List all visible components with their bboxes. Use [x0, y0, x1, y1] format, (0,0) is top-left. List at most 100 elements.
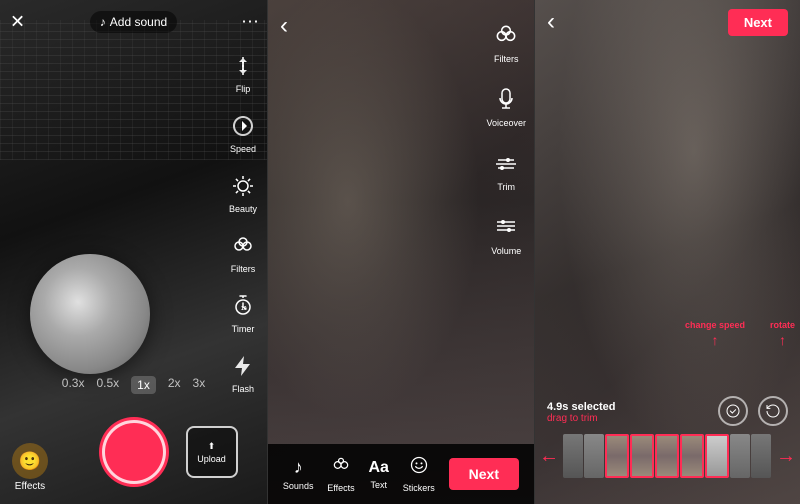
effects-bottom-button[interactable]: Effects	[327, 455, 354, 493]
beauty-button[interactable]: Beauty	[227, 170, 259, 214]
effects-bottom-label: Effects	[327, 483, 354, 493]
sounds-icon: ♪	[294, 457, 303, 478]
upload-icon: ⬆	[208, 441, 216, 452]
frame-4	[751, 434, 771, 478]
edit-panel: ‹ Filters Voiceover	[267, 0, 534, 504]
upload-button[interactable]: ⬆ Upload	[186, 426, 238, 478]
camera-toolbar: Flip Speed Beauty	[227, 50, 259, 394]
speed-1x-active[interactable]: 1x	[131, 376, 156, 394]
fluffy-ball-subject	[30, 254, 150, 374]
rotate-annotation: rotate ↑	[770, 320, 795, 348]
trim-topbar: ‹ Next	[535, 0, 800, 44]
speed-circle-button[interactable]	[718, 396, 748, 426]
timer-label: Timer	[232, 324, 255, 334]
frame-selected-2	[630, 434, 654, 478]
speed-03x[interactable]: 0.3x	[62, 376, 85, 394]
frame-2	[584, 434, 604, 478]
rotate-circle-button[interactable]	[758, 396, 788, 426]
camera-topbar: ✕ ♪ Add sound ⋯	[0, 0, 267, 44]
record-button[interactable]	[102, 420, 166, 484]
timeline-arrow-right-icon[interactable]: →	[776, 445, 796, 468]
duration-text: 4.9s selected	[547, 401, 616, 413]
beauty-icon	[227, 170, 259, 202]
stickers-button[interactable]: Stickers	[403, 455, 435, 493]
stickers-label: Stickers	[403, 483, 435, 493]
change-speed-label: change speed	[685, 320, 745, 330]
frame-1	[563, 434, 583, 478]
speed-icon	[227, 110, 259, 142]
volume-icon	[490, 212, 522, 244]
change-speed-arrow-icon: ↑	[685, 332, 745, 348]
add-sound-button[interactable]: ♪ Add sound	[90, 11, 177, 33]
rotate-arrow-icon: ↑	[770, 332, 795, 348]
flip-label: Flip	[236, 84, 251, 94]
rotate-label: rotate	[770, 320, 795, 330]
speed-selector: 0.3x 0.5x 1x 2x 3x	[0, 376, 267, 394]
timeline-frames	[563, 434, 772, 478]
filters-icon	[227, 230, 259, 262]
svg-text:10: 10	[241, 306, 247, 312]
filters-edit-label: Filters	[494, 54, 519, 64]
record-row: ⬆ Upload	[30, 420, 238, 484]
effects-bottom-icon	[331, 455, 351, 480]
speed-05x[interactable]: 0.5x	[96, 376, 119, 394]
duration-info: 4.9s selected drag to trim	[547, 401, 616, 424]
speed-button[interactable]: Speed	[227, 110, 259, 154]
frame-selected-4	[680, 434, 704, 478]
effects-emoji-icon[interactable]: 🙂	[12, 443, 48, 479]
timer-icon: 10	[227, 290, 259, 322]
frame-selected-1	[605, 434, 629, 478]
filters-label: Filters	[231, 264, 256, 274]
volume-label: Volume	[491, 246, 521, 256]
speed-3x[interactable]: 3x	[193, 376, 206, 394]
filters-button[interactable]: Filters	[227, 230, 259, 274]
timeline-strip[interactable]: ← →	[535, 432, 800, 480]
speed-label: Speed	[230, 144, 256, 154]
camera-bottom-controls: ⬆ Upload 🙂 Effects	[0, 404, 267, 504]
stickers-icon	[409, 455, 429, 480]
trim-background	[535, 0, 800, 504]
text-label: Text	[370, 480, 387, 490]
more-icon[interactable]: ⋯	[241, 12, 259, 33]
next-button-trim[interactable]: Next	[728, 9, 788, 36]
sounds-label: Sounds	[283, 481, 314, 491]
text-icon: Aa	[369, 459, 389, 477]
close-icon[interactable]: ✕	[10, 12, 25, 33]
trim-button[interactable]: Trim	[490, 148, 522, 192]
speed-2x[interactable]: 2x	[168, 376, 181, 394]
timer-button[interactable]: 10 Timer	[227, 290, 259, 334]
volume-button[interactable]: Volume	[490, 212, 522, 256]
voiceover-button[interactable]: Voiceover	[486, 84, 526, 128]
music-note-icon: ♪	[100, 15, 106, 29]
next-button-edit[interactable]: Next	[449, 458, 519, 490]
sounds-button[interactable]: ♪ Sounds	[283, 457, 314, 491]
drag-to-trim-text: drag to trim	[547, 413, 616, 424]
camera-panel: ✕ ♪ Add sound ⋯ Flip Speed	[0, 0, 267, 504]
timeline-arrow-left-icon[interactable]: ←	[539, 445, 559, 468]
trim-back-icon[interactable]: ‹	[547, 8, 555, 36]
filters-edit-icon	[490, 20, 522, 52]
frame-selected-5	[705, 434, 729, 478]
frame-3	[730, 434, 750, 478]
trim-action-icons	[718, 396, 788, 426]
effects-area: 🙂 Effects	[12, 443, 48, 492]
upload-label: Upload	[197, 454, 226, 464]
voiceover-icon	[490, 84, 522, 116]
effects-label: Effects	[15, 481, 45, 492]
back-chevron-icon: ‹	[280, 12, 288, 39]
beauty-label: Beauty	[229, 204, 257, 214]
back-button[interactable]: ‹	[280, 12, 288, 40]
edit-bottom-bar: ♪ Sounds Effects Aa Text	[268, 444, 534, 504]
text-button[interactable]: Aa Text	[369, 459, 389, 490]
change-speed-annotation: change speed ↑	[685, 320, 745, 348]
voiceover-label: Voiceover	[486, 118, 526, 128]
add-sound-label: Add sound	[110, 15, 167, 29]
flip-icon	[227, 50, 259, 82]
trim-panel: ‹ Next change speed ↑ rotate ↑ 4.9s sele…	[534, 0, 800, 504]
filters-edit-button[interactable]: Filters	[490, 20, 522, 64]
flip-button[interactable]: Flip	[227, 50, 259, 94]
trim-icon	[490, 148, 522, 180]
trim-label: Trim	[497, 182, 515, 192]
frame-selected-3	[655, 434, 679, 478]
edit-toolbar: Filters Voiceover	[486, 20, 526, 256]
